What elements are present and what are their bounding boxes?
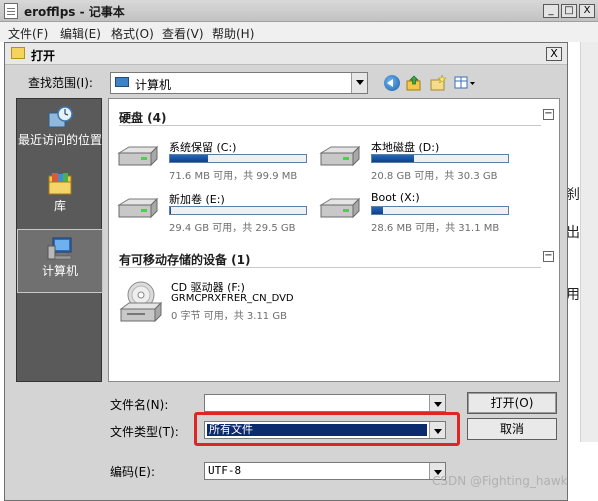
- drive-usage-bar: [371, 206, 509, 215]
- cd-drive-icon: [119, 281, 163, 323]
- watermark: CSDN @Fighting_hawk: [432, 474, 568, 488]
- folder-icon: [11, 47, 25, 59]
- drive-usage-bar: [169, 206, 307, 215]
- drive-usage-fill: [170, 207, 172, 214]
- menu-file[interactable]: 文件(F): [8, 25, 48, 42]
- new-folder-icon[interactable]: [430, 75, 446, 91]
- drive-name: 系统保留 (C:): [169, 141, 237, 154]
- drive-size: 28.6 MB 可用，共 31.1 MB: [371, 223, 500, 234]
- drive-size: 0 字节 可用，共 3.11 GB: [171, 311, 287, 322]
- view-menu-icon[interactable]: [454, 75, 476, 91]
- look-in-label: 查找范围(I):: [28, 76, 93, 90]
- collapse-icon[interactable]: −: [543, 109, 554, 120]
- place-libraries[interactable]: 库: [17, 171, 103, 223]
- hard-drive-icon: [319, 197, 361, 219]
- close-button[interactable]: X: [579, 4, 595, 18]
- place-recent[interactable]: 最近访问的位置: [17, 105, 103, 169]
- hard-drive-icon: [117, 197, 159, 219]
- drive-name: 本地磁盘 (D:): [371, 141, 440, 154]
- drive-usage-fill: [372, 155, 415, 162]
- background-text: 刹: [566, 187, 580, 203]
- dialog-close-button[interactable]: X: [546, 47, 562, 61]
- drive-size: 29.4 GB 可用，共 29.5 GB: [169, 223, 296, 234]
- drive-usage-fill: [372, 207, 383, 214]
- annotation-highlight: [194, 412, 460, 446]
- menu-format[interactable]: 格式(O): [111, 25, 154, 42]
- recent-places-icon: [48, 106, 73, 128]
- drive-size: 71.6 MB 可用，共 99.9 MB: [169, 171, 298, 182]
- encoding-value: UTF-8: [208, 464, 242, 477]
- dialog-title: 打开: [31, 49, 56, 63]
- look-in-dropdown[interactable]: 计算机: [110, 72, 368, 94]
- drive-d[interactable]: 本地磁盘 (D:) 20.8 GB 可用，共 30.3 GB: [319, 139, 519, 182]
- minimize-button[interactable]: _: [543, 4, 559, 18]
- maximize-button[interactable]: □: [561, 4, 577, 18]
- drive-size: 20.8 GB 可用，共 30.3 GB: [371, 171, 498, 182]
- group-divider: [119, 125, 541, 126]
- drive-e[interactable]: 新加卷 (E:) 29.4 GB 可用，共 29.5 GB: [117, 191, 317, 234]
- encoding-label: 编码(E):: [110, 465, 155, 479]
- drive-f-cd[interactable]: CD 驱动器 (F:) GRMCPRXFRER_CN_DVD 0 字节 可用，共…: [119, 277, 419, 327]
- file-name-input[interactable]: [204, 394, 446, 412]
- up-folder-icon[interactable]: [406, 75, 422, 91]
- menu-view[interactable]: 查看(V): [162, 25, 204, 42]
- drive-x[interactable]: Boot (X:) 28.6 MB 可用，共 31.1 MB: [319, 191, 519, 234]
- place-label: 库: [53, 199, 66, 213]
- background-text: 用: [566, 287, 580, 303]
- notepad-title: erofflps - 记事本: [24, 5, 125, 19]
- chevron-down-icon[interactable]: [351, 73, 367, 93]
- notepad-titlebar: erofflps - 记事本 _ □ X: [0, 0, 598, 22]
- places-bar: 最近访问的位置 库 计算机: [16, 98, 103, 382]
- back-arrow-icon[interactable]: [384, 75, 400, 91]
- file-name-label: 文件名(N):: [110, 398, 169, 412]
- background-text: 出: [566, 225, 580, 241]
- disc-label: GRMCPRXFRER_CN_DVD: [171, 293, 294, 304]
- menu-edit[interactable]: 编辑(E): [60, 25, 101, 42]
- group-header-removable[interactable]: 有可移动存储的设备 (1): [119, 251, 251, 268]
- drive-usage-bar: [371, 154, 509, 163]
- hard-drive-icon: [319, 145, 361, 167]
- notepad-vertical-scrollbar[interactable]: [580, 42, 598, 442]
- libraries-icon: [48, 173, 72, 195]
- open-button[interactable]: 打开(O): [467, 392, 557, 414]
- place-label: 最近访问的位置: [17, 133, 102, 147]
- collapse-icon[interactable]: −: [543, 251, 554, 262]
- chevron-down-icon[interactable]: [429, 395, 445, 411]
- file-list-view[interactable]: 硬盘 (4) − 系统保留 (C:) 71.6 MB 可用，共 99.9 MB …: [108, 98, 560, 382]
- look-in-value: 计算机: [135, 78, 172, 92]
- computer-icon: [115, 77, 129, 87]
- menu-help[interactable]: 帮助(H): [212, 25, 254, 42]
- drive-usage-bar: [169, 154, 307, 163]
- drive-name: 新加卷 (E:): [169, 193, 225, 206]
- place-computer[interactable]: 计算机: [17, 229, 103, 293]
- group-header-hard-disks[interactable]: 硬盘 (4): [119, 109, 167, 126]
- file-type-label: 文件类型(T):: [110, 425, 179, 439]
- group-divider: [119, 267, 541, 268]
- hard-drive-icon: [117, 145, 159, 167]
- drive-usage-fill: [170, 155, 209, 162]
- place-label: 计算机: [41, 264, 78, 278]
- dialog-titlebar: 打开 X: [5, 43, 567, 65]
- notepad-app-icon: [4, 3, 18, 19]
- drive-name: Boot (X:): [371, 191, 420, 204]
- cancel-button[interactable]: 取消: [467, 418, 557, 440]
- notepad-menubar: 文件(F) 编辑(E) 格式(O) 查看(V) 帮助(H): [0, 22, 598, 42]
- drive-c[interactable]: 系统保留 (C:) 71.6 MB 可用，共 99.9 MB: [117, 139, 317, 182]
- computer-icon: [47, 237, 72, 260]
- encoding-dropdown[interactable]: UTF-8: [204, 462, 446, 480]
